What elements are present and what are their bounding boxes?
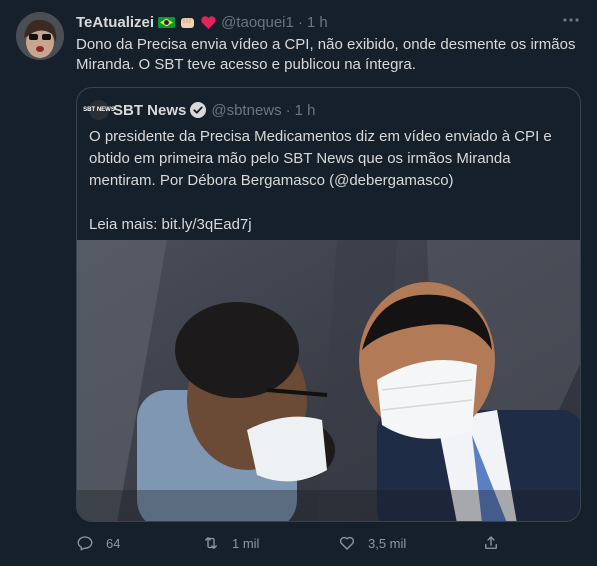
quoted-handle[interactable]: @sbtnews <box>211 102 281 119</box>
reply-count: 64 <box>106 535 121 551</box>
reply-icon <box>77 536 93 551</box>
tweet[interactable]: TeAtualizei @taoquei1 · 1 h Dono da Prec… <box>0 0 597 566</box>
brazil-flag-icon <box>158 16 176 28</box>
red-heart-icon <box>201 15 216 29</box>
like-count: 3,5 mil <box>368 535 407 551</box>
retweet-icon <box>205 537 217 549</box>
share-button[interactable] <box>482 534 500 552</box>
sbt-news-avatar[interactable]: SBT NEWS <box>83 100 115 120</box>
quoted-text: O presidente da Precisa Medicamentos diz… <box>89 128 552 189</box>
quoted-display-name[interactable]: SBT News <box>113 102 186 119</box>
more-options-icon[interactable] <box>561 10 581 30</box>
like-button[interactable]: 3,5 mil <box>338 534 406 552</box>
quoted-timestamp[interactable]: 1 h <box>295 102 316 119</box>
fist-icon <box>181 17 195 28</box>
sbt-news-logo-text: SBT NEWS <box>83 107 115 113</box>
dot-separator: · <box>297 13 303 31</box>
quoted-text-block: O presidente da Precisa Medicamentos diz… <box>89 126 567 236</box>
quoted-dot-separator: · <box>285 101 291 119</box>
avatar[interactable] <box>16 12 64 60</box>
quoted-photo[interactable] <box>77 240 580 521</box>
read-more-link[interactable]: Leia mais: bit.ly/3qEad7j <box>89 214 567 236</box>
author-display-name[interactable]: TeAtualizei <box>76 14 154 31</box>
share-icon <box>485 536 497 549</box>
tweet-timestamp[interactable]: 1 h <box>307 14 328 31</box>
verified-badge-icon <box>190 102 207 118</box>
retweet-count: 1 mil <box>232 535 260 551</box>
tweet-text: Dono da Precisa envia vídeo a CPI, não e… <box>76 36 576 73</box>
reply-button[interactable]: 64 <box>76 534 120 552</box>
author-handle[interactable]: @taoquei1 <box>221 14 294 31</box>
quoted-tweet[interactable]: SBT NEWS SBT News @sbtnews · 1 h O presi… <box>76 87 581 522</box>
retweet-button[interactable]: 1 mil <box>202 534 259 552</box>
heart-icon <box>339 536 355 550</box>
